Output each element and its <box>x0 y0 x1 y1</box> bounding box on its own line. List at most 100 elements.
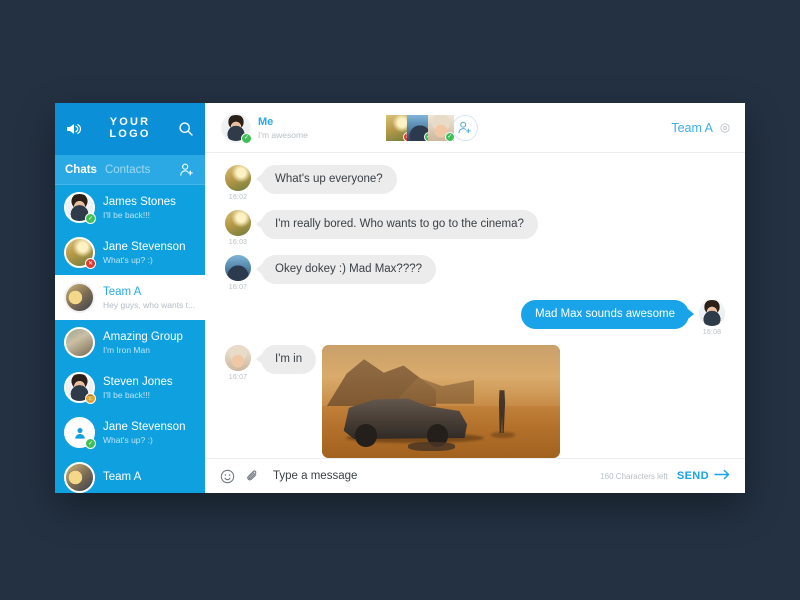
chat-item-preview: What's up? :) <box>103 254 153 265</box>
sidebar-brand-bar: YOUR LOGO <box>55 103 205 155</box>
chat-list-item-james-stones[interactable]: ✓ James Stones I'll be back!!! <box>55 185 205 230</box>
chat-header: ✓ Me I'm awesome ✕ ✓ <box>205 103 745 153</box>
chat-main-panel: ✓ Me I'm awesome ✕ ✓ <box>205 103 745 493</box>
avatar <box>225 210 251 236</box>
chat-item-name: James Stones <box>103 195 176 208</box>
avatar <box>64 282 95 313</box>
chat-item-meta: James Stones I'll be back!!! <box>103 196 197 220</box>
chat-list-item-jane-stevenson-2[interactable]: ✓ Jane Stevenson What's up? :) <box>55 410 205 455</box>
send-button-label: SEND <box>676 470 709 482</box>
chat-item-meta: Amazing Group I'm Iron Man <box>103 331 197 355</box>
chat-item-name: Amazing Group <box>103 330 183 343</box>
status-badge-away: ⏳ <box>85 393 96 404</box>
search-icon[interactable] <box>176 119 196 139</box>
message-bubble: Okey dokey :) Mad Max???? <box>255 255 437 284</box>
paperclip-icon[interactable] <box>244 468 260 484</box>
message-sender: 16:03 <box>221 210 255 246</box>
avatar: ✓ <box>221 112 252 144</box>
message-time: 16:08 <box>702 329 722 336</box>
avatar <box>225 345 251 371</box>
chat-app-window: YOUR LOGO Chats Contacts ✓ James Stones … <box>55 103 745 493</box>
message-sender: 16:02 <box>221 165 255 201</box>
avatar: ✓ <box>64 417 96 449</box>
chat-item-name: Steven Jones <box>103 375 173 388</box>
emoji-icon[interactable] <box>219 468 235 484</box>
chat-item-meta: Team A <box>103 471 197 485</box>
message-bubble: I'm really bored. Who wants to go to the… <box>256 210 538 239</box>
tab-chats[interactable]: Chats <box>65 164 97 176</box>
screen: YOUR LOGO Chats Contacts ✓ James Stones … <box>0 0 800 600</box>
message-bubble: Mad Max sounds awesome <box>521 300 694 329</box>
chat-item-meta: Jane Stevenson What's up? :) <box>103 421 197 445</box>
avatar <box>699 300 725 326</box>
message-time: 16:07 <box>228 374 248 381</box>
chat-item-name: Team A <box>103 285 142 298</box>
current-user-status: I'm awesome <box>258 129 308 140</box>
chat-list-item-team-a-2[interactable]: Team A <box>55 455 205 493</box>
chat-item-meta: Team A Hey guys, who wants t... <box>103 286 197 310</box>
sidebar: YOUR LOGO Chats Contacts ✓ James Stones … <box>55 103 205 493</box>
tab-contacts[interactable]: Contacts <box>105 164 150 176</box>
room-title[interactable]: Team A <box>671 121 713 135</box>
chat-item-preview: What's up? :) <box>103 434 153 445</box>
message-row-1: 16:02 What's up everyone? <box>221 165 729 201</box>
gear-icon[interactable] <box>719 122 731 134</box>
avatar: ✓ <box>64 192 96 224</box>
chat-item-meta: Steven Jones I'll be back!!! <box>103 376 197 400</box>
current-user-meta: Me I'm awesome <box>258 116 308 140</box>
participant-avatar-3[interactable]: ✓ <box>427 114 455 142</box>
send-button[interactable]: SEND <box>677 467 731 485</box>
message-input[interactable] <box>269 470 592 482</box>
message-image-attachment[interactable] <box>322 345 561 458</box>
avatar <box>225 255 251 281</box>
chat-header-right: Team A <box>671 121 731 135</box>
characters-left-label: 160 Characters left <box>600 471 668 481</box>
avatar <box>64 327 95 358</box>
chat-item-preview: I'll be back!!! <box>103 389 150 400</box>
status-badge-online: ✓ <box>85 213 96 224</box>
chat-item-preview: Hey guys, who wants t... <box>103 299 196 310</box>
message-row-3: 16:07 Okey dokey :) Mad Max???? <box>221 255 729 291</box>
message-row-2: 16:03 I'm really bored. Who wants to go … <box>221 210 729 246</box>
speaker-icon[interactable] <box>64 119 84 139</box>
sidebar-tabs: Chats Contacts <box>55 155 205 185</box>
message-sender: 16:08 <box>695 300 729 336</box>
chat-item-preview: I'm Iron Man <box>103 344 150 355</box>
participant-avatars: ✕ ✓ ✓ <box>385 114 478 142</box>
add-contact-icon[interactable] <box>178 161 195 178</box>
chat-list-item-amazing-group[interactable]: Amazing Group I'm Iron Man <box>55 320 205 365</box>
chat-list-item-team-a-active[interactable]: Team A Hey guys, who wants t... <box>55 275 205 320</box>
message-list: 16:02 What's up everyone? 16:03 I'm real… <box>205 153 745 458</box>
chat-item-name: Jane Stevenson <box>103 240 186 253</box>
arrow-right-icon <box>714 467 731 485</box>
message-bubble: I'm in <box>255 345 317 374</box>
status-badge-online: ✓ <box>85 438 96 449</box>
status-badge-online: ✓ <box>444 131 455 142</box>
message-composer: 160 Characters left SEND <box>205 458 745 493</box>
message-sender: 16:07 <box>221 345 255 381</box>
avatar <box>64 462 95 493</box>
add-person-icon[interactable] <box>451 114 478 141</box>
status-badge-online: ✓ <box>241 132 252 144</box>
message-time: 16:02 <box>228 194 248 201</box>
message-row-5: 16:07 I'm in <box>221 345 729 458</box>
chat-item-meta: Jane Stevenson What's up? :) <box>103 241 197 265</box>
message-bubble: What's up everyone? <box>256 165 397 194</box>
status-badge-offline: ✕ <box>85 258 96 269</box>
message-row-4-outgoing: Mad Max sounds awesome 16:08 <box>221 300 729 336</box>
message-time: 16:07 <box>228 284 248 291</box>
chat-list-item-jane-stevenson-1[interactable]: ✕ Jane Stevenson What's up? :) <box>55 230 205 275</box>
mad-max-photo[interactable] <box>322 345 561 458</box>
chat-list[interactable]: ✓ James Stones I'll be back!!! ✕ Jane St… <box>55 185 205 493</box>
chat-item-name: Jane Stevenson <box>103 420 186 433</box>
chat-list-item-steven-jones[interactable]: ⏳ Steven Jones I'll be back!!! <box>55 365 205 410</box>
chat-item-preview: I'll be back!!! <box>103 209 150 220</box>
avatar: ✕ <box>64 237 96 269</box>
current-user-block[interactable]: ✓ Me I'm awesome <box>221 112 308 144</box>
avatar <box>225 165 251 191</box>
message-time: 16:03 <box>228 239 248 246</box>
chat-item-name: Team A <box>103 470 142 483</box>
current-user-name: Me <box>258 115 274 128</box>
message-sender: 16:07 <box>221 255 255 291</box>
avatar: ⏳ <box>64 372 96 404</box>
